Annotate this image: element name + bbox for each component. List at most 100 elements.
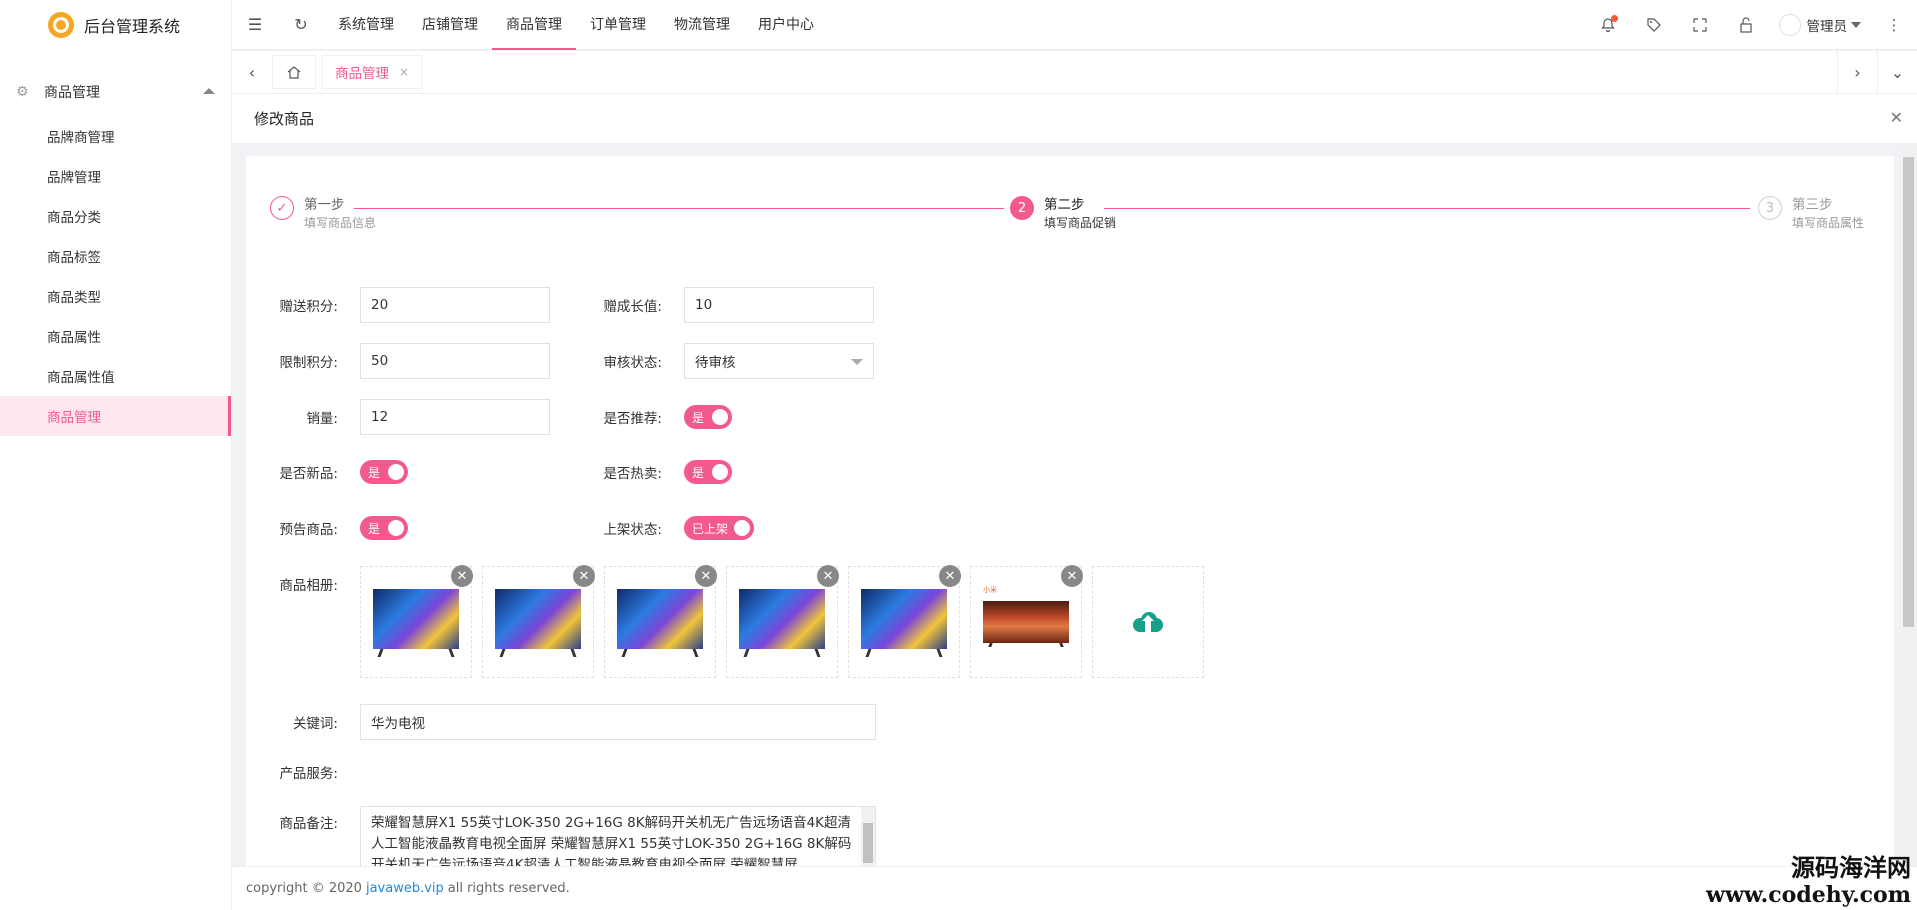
step-title: 第二步 bbox=[1044, 197, 1085, 213]
form-row: 销量: 12 是否推荐: 是 bbox=[246, 399, 732, 435]
user-menu[interactable]: 管理员 bbox=[1769, 14, 1872, 36]
album-image[interactable]: 小米 ✕ bbox=[970, 565, 1083, 678]
watermark: 源码海洋网 www.codehy.com bbox=[1706, 854, 1911, 909]
sales-label: 销量: bbox=[306, 411, 338, 427]
more-vertical-icon[interactable]: ⋮ bbox=[1871, 0, 1917, 50]
sidebar-group-goods[interactable]: ⚙ 商品管理 bbox=[0, 72, 231, 112]
gift-points-input[interactable]: 20 bbox=[360, 287, 550, 323]
remark-textarea[interactable]: 荣耀智慧屏X1 55英寸LOK-350 2G+16G 8K解码开关机无广告远场语… bbox=[360, 806, 876, 866]
nav-item-orders[interactable]: 订单管理 bbox=[576, 0, 660, 50]
tv-image bbox=[495, 585, 581, 659]
fullscreen-icon[interactable] bbox=[1677, 0, 1723, 50]
tabs-dropdown-icon[interactable]: ⌄ bbox=[1877, 51, 1917, 93]
form-row: 赠送积分: 20 赠成长值: 10 bbox=[246, 287, 874, 323]
form-row: 商品相册: ✕ ✕ ✕ ✕ ✕ 小米 ✕ bbox=[246, 565, 1204, 678]
switch-knob bbox=[712, 409, 728, 425]
notification-dot bbox=[1610, 15, 1618, 22]
collapse-menu-icon[interactable]: ☰ bbox=[232, 0, 278, 50]
sidebar-item-goods[interactable]: 商品管理 bbox=[0, 396, 231, 436]
sidebar-item-tag[interactable]: 商品标签 bbox=[0, 236, 231, 276]
is-new-label: 是否新品: bbox=[279, 466, 338, 482]
step-2: 2 第二步 填写商品促销 bbox=[1010, 196, 1116, 232]
sidebar-item-brand-dealer[interactable]: 品牌商管理 bbox=[0, 116, 231, 156]
switch-knob bbox=[388, 520, 404, 536]
sidebar-item-brand[interactable]: 品牌管理 bbox=[0, 156, 231, 196]
nav-item-goods[interactable]: 商品管理 bbox=[492, 0, 576, 50]
album-image[interactable]: ✕ bbox=[360, 565, 473, 678]
album-image[interactable]: ✕ bbox=[726, 565, 839, 678]
switch-knob bbox=[734, 520, 750, 536]
switch-knob bbox=[388, 464, 404, 480]
footer: copyright © 2020 javaweb.vip all rights … bbox=[232, 866, 1917, 910]
is-new-switch[interactable]: 是 bbox=[360, 460, 408, 484]
limit-points-label: 限制积分: bbox=[279, 355, 338, 371]
tv-image: 小米 bbox=[983, 585, 1069, 659]
album-image[interactable]: ✕ bbox=[482, 565, 595, 678]
cloud-upload-icon bbox=[1133, 612, 1163, 632]
step-desc: 填写商品属性 bbox=[1792, 216, 1865, 230]
services-label: 产品服务: bbox=[279, 766, 338, 782]
sidebar-item-attribute[interactable]: 商品属性 bbox=[0, 316, 231, 356]
close-icon[interactable]: ✕ bbox=[1890, 108, 1903, 127]
step-title: 第一步 bbox=[304, 197, 345, 213]
delete-image-icon[interactable]: ✕ bbox=[451, 565, 473, 587]
nav-item-users[interactable]: 用户中心 bbox=[744, 0, 828, 50]
gift-growth-input[interactable]: 10 bbox=[684, 287, 874, 323]
delete-image-icon[interactable]: ✕ bbox=[573, 565, 595, 587]
refresh-icon[interactable]: ↻ bbox=[278, 0, 324, 50]
keywords-input[interactable]: 华为电视 bbox=[360, 704, 876, 740]
tag-icon[interactable] bbox=[1631, 0, 1677, 50]
sales-input[interactable]: 12 bbox=[360, 399, 550, 435]
audit-status-select[interactable]: 待审核 bbox=[684, 343, 874, 379]
album-label: 商品相册: bbox=[279, 578, 338, 594]
is-hot-switch[interactable]: 是 bbox=[684, 460, 732, 484]
lock-icon[interactable] bbox=[1723, 0, 1769, 50]
page-scrollbar[interactable] bbox=[1900, 143, 1917, 866]
steps: ✓ 第一步 填写商品信息 2 第二步 填写商品促销 3 第三步 填写商品属性 bbox=[270, 196, 1870, 240]
tabs-scroll-right-icon[interactable]: › bbox=[1837, 51, 1877, 93]
sidebar: 后台管理系统 ⚙ 商品管理 品牌商管理 品牌管理 商品分类 商品标签 商品类型 … bbox=[0, 0, 232, 910]
sidebar-item-type[interactable]: 商品类型 bbox=[0, 276, 231, 316]
publish-status-switch[interactable]: 已上架 bbox=[684, 516, 754, 540]
delete-image-icon[interactable]: ✕ bbox=[695, 565, 717, 587]
step-number: 3 bbox=[1758, 196, 1782, 220]
tab-goods-management[interactable]: 商品管理 × bbox=[322, 55, 423, 89]
textarea-scrollbar[interactable] bbox=[861, 807, 875, 866]
delete-image-icon[interactable]: ✕ bbox=[939, 565, 961, 587]
album-image[interactable]: ✕ bbox=[848, 565, 961, 678]
sidebar-item-category[interactable]: 商品分类 bbox=[0, 196, 231, 236]
tabs-scroll-left-icon[interactable]: ‹ bbox=[232, 51, 272, 93]
recommend-switch[interactable]: 是 bbox=[684, 405, 732, 429]
home-tab-icon[interactable] bbox=[272, 55, 316, 89]
step-connector bbox=[354, 208, 1004, 209]
logo-icon bbox=[48, 12, 74, 38]
limit-points-input[interactable]: 50 bbox=[360, 343, 550, 379]
delete-image-icon[interactable]: ✕ bbox=[1061, 565, 1083, 587]
delete-image-icon[interactable]: ✕ bbox=[817, 565, 839, 587]
close-tab-icon[interactable]: × bbox=[399, 65, 409, 79]
edit-goods-form: ✓ 第一步 填写商品信息 2 第二步 填写商品促销 3 第三步 填写商品属性 赠… bbox=[246, 156, 1894, 866]
presale-switch[interactable]: 是 bbox=[360, 516, 408, 540]
nav-item-store[interactable]: 店铺管理 bbox=[408, 0, 492, 50]
tv-image bbox=[861, 585, 947, 659]
sidebar-item-attribute-value[interactable]: 商品属性值 bbox=[0, 356, 231, 396]
footer-link[interactable]: javaweb.vip bbox=[366, 881, 444, 896]
step-desc: 填写商品信息 bbox=[304, 216, 377, 230]
nav-item-logistics[interactable]: 物流管理 bbox=[660, 0, 744, 50]
tv-image bbox=[373, 585, 459, 659]
tv-image bbox=[739, 585, 825, 659]
nav-item-system[interactable]: 系统管理 bbox=[324, 0, 408, 50]
page-title: 修改商品 bbox=[254, 110, 315, 128]
chevron-down-icon bbox=[851, 359, 863, 365]
panel-header: 修改商品 ✕ bbox=[232, 93, 1917, 143]
chevron-up-icon bbox=[203, 88, 215, 94]
step-1: ✓ 第一步 填写商品信息 bbox=[270, 196, 376, 232]
bell-icon[interactable] bbox=[1585, 0, 1631, 50]
upload-button[interactable] bbox=[1092, 566, 1204, 678]
album-image[interactable]: ✕ bbox=[604, 565, 717, 678]
recommend-label: 是否推荐: bbox=[603, 411, 662, 427]
app-logo[interactable]: 后台管理系统 bbox=[0, 0, 231, 50]
top-nav: 系统管理 店铺管理 商品管理 订单管理 物流管理 用户中心 bbox=[324, 0, 828, 50]
is-hot-label: 是否热卖: bbox=[603, 466, 662, 482]
switch-text: 是 bbox=[368, 521, 381, 536]
